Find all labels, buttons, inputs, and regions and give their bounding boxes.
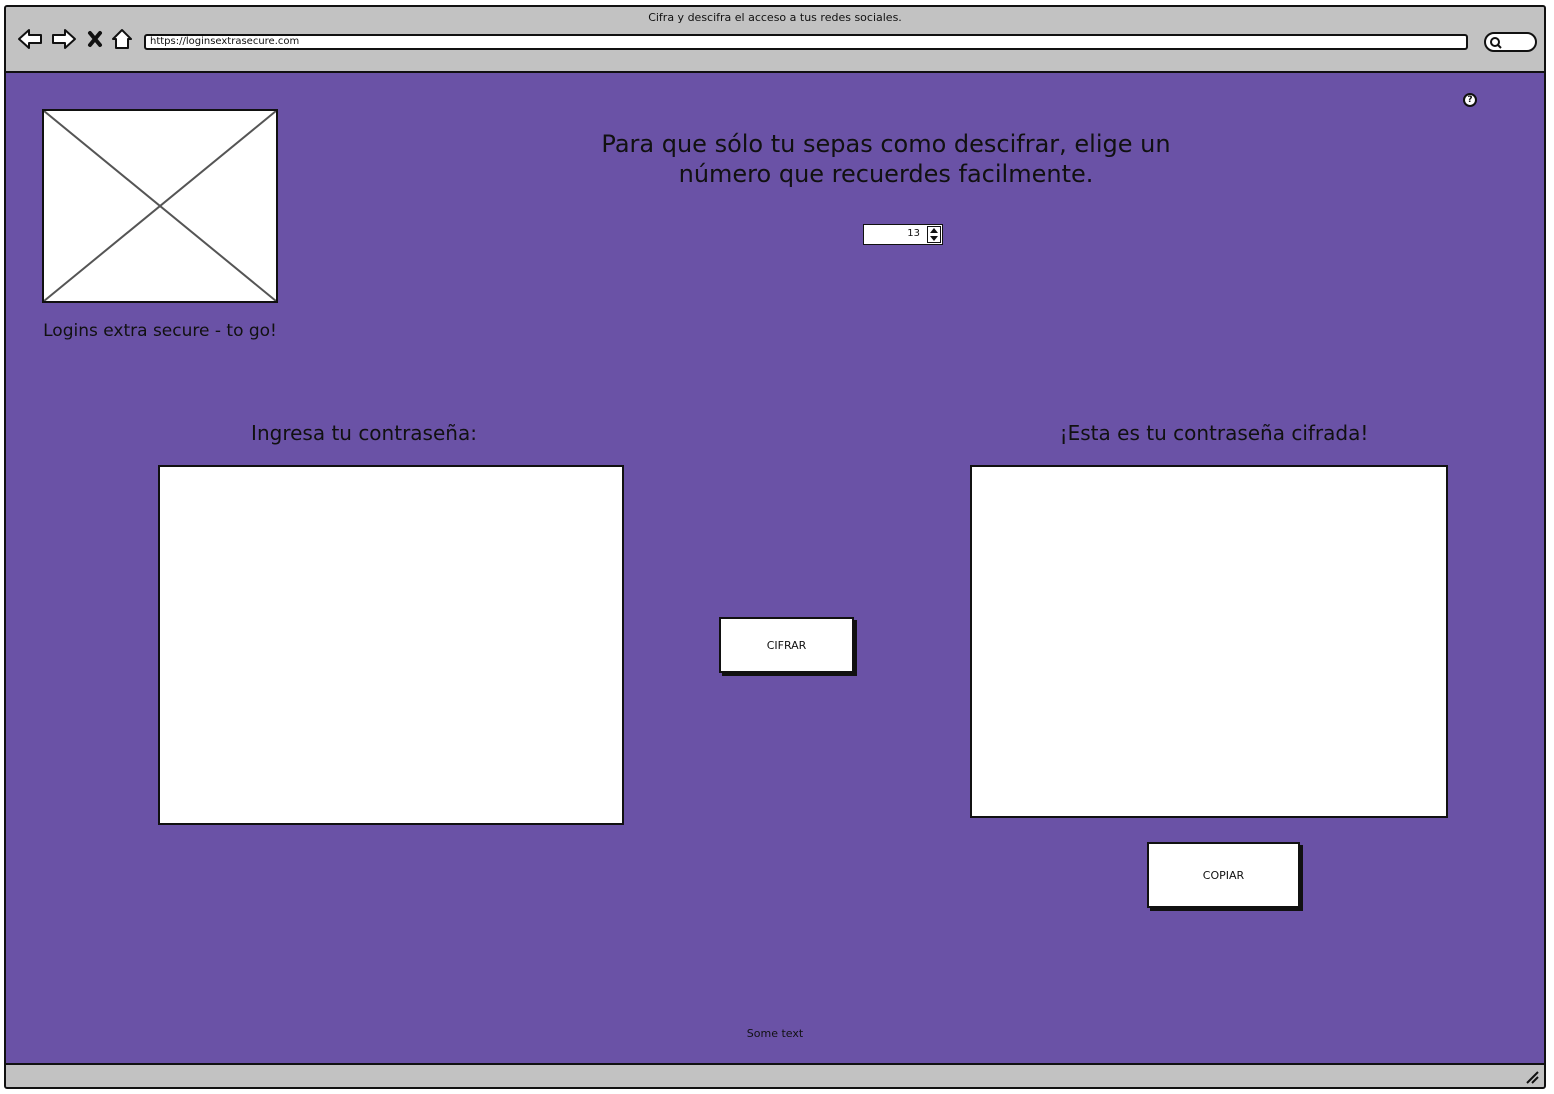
url-bar[interactable]: https://loginsextrasecure.com — [144, 34, 1468, 50]
close-icon[interactable] — [85, 26, 105, 52]
encrypted-output[interactable] — [970, 465, 1448, 818]
stepper-arrows[interactable] — [927, 226, 941, 243]
password-input[interactable] — [158, 465, 624, 825]
search-box[interactable] — [1484, 32, 1537, 52]
instruction-line-1: Para que sólo tu sepas como descifrar, e… — [601, 130, 1171, 158]
browser-toolbar: Cifra y descifra el acceso a tus redes s… — [6, 7, 1544, 73]
password-input-label: Ingresa tu contraseña: — [251, 421, 477, 445]
key-number-stepper[interactable]: 13 — [863, 224, 943, 245]
encrypt-button[interactable]: CIFRAR — [719, 617, 854, 673]
page-content: ? Logins extra secure - to go! Para que … — [6, 71, 1544, 1065]
browser-window: Cifra y descifra el acceso a tus redes s… — [4, 5, 1546, 1089]
window-title: Cifra y descifra el acceso a tus redes s… — [648, 11, 902, 24]
instruction-line-2: número que recuerdes facilmente. — [678, 160, 1094, 188]
question-icon[interactable]: ? — [1463, 93, 1477, 107]
stepper-value: 13 — [907, 228, 920, 239]
logo-placeholder — [42, 109, 278, 303]
footer-text: Some text — [746, 1027, 804, 1040]
status-bar — [6, 1063, 1544, 1087]
encrypted-output-label: ¡Esta es tu contraseña cifrada! — [1059, 421, 1369, 445]
image-placeholder-icon — [43, 110, 277, 302]
resize-grip-icon[interactable] — [1524, 1069, 1540, 1085]
arrow-left-icon[interactable] — [16, 26, 44, 52]
arrow-right-icon[interactable] — [50, 26, 78, 52]
copy-button[interactable]: COPIAR — [1147, 842, 1300, 908]
logo-caption: Logins extra secure - to go! — [43, 321, 277, 341]
instruction-text: Para que sólo tu sepas como descifrar, e… — [566, 129, 1206, 189]
search-icon — [1490, 37, 1502, 49]
home-icon[interactable] — [110, 26, 134, 52]
up-down-arrows-icon — [930, 228, 938, 241]
